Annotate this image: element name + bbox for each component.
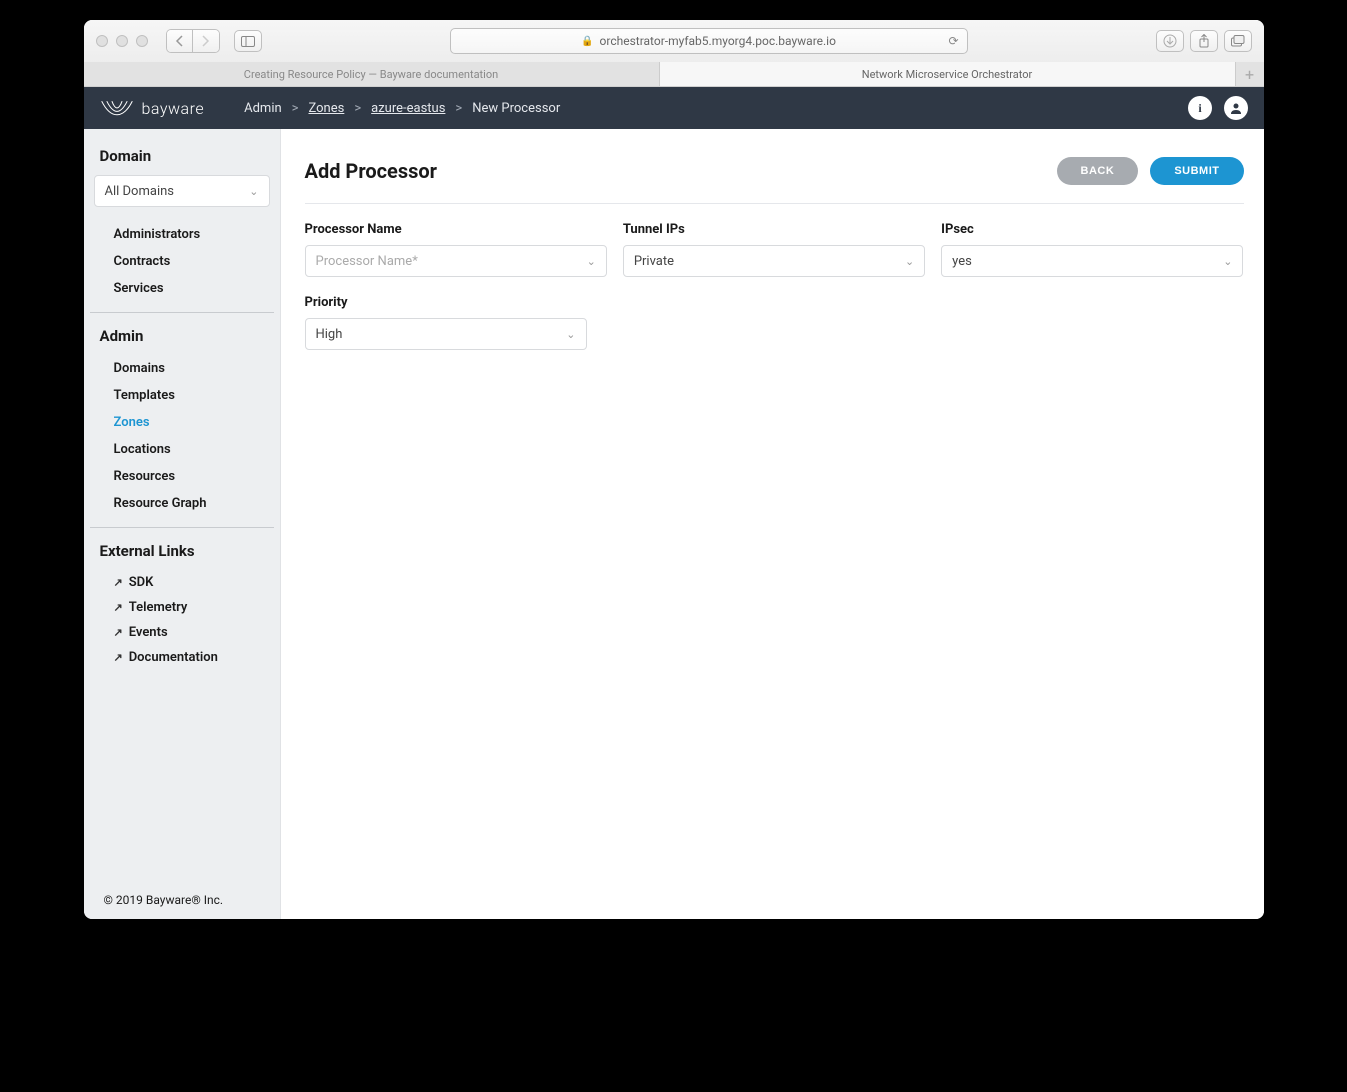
url-bar[interactable]: 🔒 orchestrator-myfab5.myorg4.poc.bayware… bbox=[450, 28, 968, 54]
browser-tab[interactable]: Network Microservice Orchestrator bbox=[660, 62, 1236, 86]
reload-icon[interactable]: ⟳ bbox=[948, 34, 958, 48]
maximize-window-button[interactable] bbox=[136, 35, 148, 47]
footer-copyright: © 2019 Bayware® Inc. bbox=[104, 893, 224, 907]
browser-window: 🔒 orchestrator-myfab5.myorg4.poc.bayware… bbox=[84, 20, 1264, 919]
field-ipsec: IPsec yes ⌄ bbox=[941, 222, 1243, 277]
breadcrumb-sep: > bbox=[354, 101, 361, 116]
field-label: Tunnel IPs bbox=[623, 222, 925, 237]
field-processor-name: Processor Name Processor Name* ⌄ bbox=[305, 222, 607, 277]
breadcrumb-item[interactable]: Admin bbox=[244, 101, 282, 116]
toolbar-right bbox=[1156, 30, 1252, 52]
action-buttons: BACK SUBMIT bbox=[1057, 157, 1244, 185]
browser-chrome: 🔒 orchestrator-myfab5.myorg4.poc.bayware… bbox=[84, 20, 1264, 87]
external-link-events[interactable]: ↗ Events bbox=[84, 620, 280, 645]
main-header: Add Processor BACK SUBMIT bbox=[305, 157, 1244, 204]
window-controls bbox=[96, 35, 148, 47]
browser-toolbar: 🔒 orchestrator-myfab5.myorg4.poc.bayware… bbox=[84, 20, 1264, 62]
chevron-down-icon: ⌄ bbox=[249, 185, 258, 198]
external-link-icon: ↗ bbox=[114, 601, 123, 614]
breadcrumb-item[interactable]: Zones bbox=[308, 101, 344, 116]
sidebar-toggle-button[interactable] bbox=[234, 30, 262, 52]
minimize-window-button[interactable] bbox=[116, 35, 128, 47]
external-link-telemetry[interactable]: ↗ Telemetry bbox=[84, 595, 280, 620]
external-link-sdk[interactable]: ↗ SDK bbox=[84, 570, 280, 595]
sidebar-item-domains[interactable]: Domains bbox=[84, 355, 280, 382]
form-row: Priority High ⌄ bbox=[305, 295, 1244, 350]
external-link-label: Documentation bbox=[129, 650, 218, 665]
form-row: Processor Name Processor Name* ⌄ Tunnel … bbox=[305, 222, 1244, 277]
priority-select[interactable]: High ⌄ bbox=[305, 318, 587, 350]
sidebar-item-locations[interactable]: Locations bbox=[84, 436, 280, 463]
chevron-down-icon: ⌄ bbox=[587, 255, 596, 268]
close-window-button[interactable] bbox=[96, 35, 108, 47]
new-tab-button[interactable]: + bbox=[1236, 62, 1264, 86]
logo-icon bbox=[100, 97, 134, 119]
back-button[interactable]: BACK bbox=[1057, 157, 1139, 185]
select-value: High bbox=[316, 327, 343, 342]
sidebar: Domain All Domains ⌄ Administrators Cont… bbox=[84, 129, 281, 919]
info-icon[interactable]: i bbox=[1188, 96, 1212, 120]
sidebar-divider bbox=[90, 312, 274, 313]
user-icon[interactable] bbox=[1224, 96, 1248, 120]
sidebar-item-resources[interactable]: Resources bbox=[84, 463, 280, 490]
external-link-label: SDK bbox=[129, 575, 154, 590]
breadcrumb-sep: > bbox=[292, 101, 299, 116]
breadcrumb: Admin > Zones > azure-eastus > New Proce… bbox=[244, 101, 560, 116]
header-actions: i bbox=[1188, 96, 1248, 120]
select-value: yes bbox=[952, 254, 972, 269]
browser-tabs: Creating Resource Policy — Bayware docum… bbox=[84, 62, 1264, 86]
url-text: orchestrator-myfab5.myorg4.poc.bayware.i… bbox=[600, 34, 836, 48]
processor-name-input[interactable]: Processor Name* ⌄ bbox=[305, 245, 607, 277]
ipsec-select[interactable]: yes ⌄ bbox=[941, 245, 1243, 277]
domain-select-value: All Domains bbox=[105, 184, 175, 199]
tabs-button[interactable] bbox=[1224, 30, 1252, 52]
app-body: Domain All Domains ⌄ Administrators Cont… bbox=[84, 129, 1264, 919]
sidebar-section-external: External Links bbox=[84, 542, 280, 570]
sidebar-item-resource-graph[interactable]: Resource Graph bbox=[84, 490, 280, 517]
logo-text: bayware bbox=[142, 99, 205, 118]
nav-buttons bbox=[166, 29, 220, 53]
chevron-down-icon: ⌄ bbox=[566, 328, 575, 341]
main-content: Add Processor BACK SUBMIT Processor Name… bbox=[281, 129, 1264, 919]
breadcrumb-item: New Processor bbox=[472, 101, 560, 116]
sidebar-item-zones[interactable]: Zones bbox=[84, 409, 280, 436]
field-priority: Priority High ⌄ bbox=[305, 295, 587, 350]
field-tunnel-ips: Tunnel IPs Private ⌄ bbox=[623, 222, 925, 277]
chevron-down-icon: ⌄ bbox=[905, 255, 914, 268]
sidebar-section-admin: Admin bbox=[84, 327, 280, 355]
external-link-icon: ↗ bbox=[114, 626, 123, 639]
tunnel-ips-select[interactable]: Private ⌄ bbox=[623, 245, 925, 277]
sidebar-item-contracts[interactable]: Contracts bbox=[84, 248, 280, 275]
field-label: Processor Name bbox=[305, 222, 607, 237]
external-link-documentation[interactable]: ↗ Documentation bbox=[84, 645, 280, 670]
sidebar-divider bbox=[90, 527, 274, 528]
page-title: Add Processor bbox=[305, 159, 438, 183]
app-header: bayware Admin > Zones > azure-eastus > N… bbox=[84, 87, 1264, 129]
sidebar-item-services[interactable]: Services bbox=[84, 275, 280, 302]
domain-select[interactable]: All Domains ⌄ bbox=[94, 175, 270, 207]
external-link-label: Events bbox=[129, 625, 168, 640]
submit-button[interactable]: SUBMIT bbox=[1150, 157, 1243, 185]
external-link-label: Telemetry bbox=[129, 600, 188, 615]
sidebar-section-domain: Domain bbox=[84, 147, 280, 175]
browser-tab[interactable]: Creating Resource Policy — Bayware docum… bbox=[84, 62, 660, 86]
external-link-icon: ↗ bbox=[114, 576, 123, 589]
sidebar-item-administrators[interactable]: Administrators bbox=[84, 221, 280, 248]
chevron-down-icon: ⌄ bbox=[1223, 255, 1232, 268]
logo[interactable]: bayware bbox=[100, 97, 205, 119]
breadcrumb-sep: > bbox=[455, 101, 462, 116]
select-value: Private bbox=[634, 254, 674, 269]
lock-icon: 🔒 bbox=[581, 36, 593, 47]
input-placeholder: Processor Name* bbox=[316, 254, 418, 269]
forward-nav-button[interactable] bbox=[193, 30, 219, 52]
downloads-button[interactable] bbox=[1156, 30, 1184, 52]
back-nav-button[interactable] bbox=[167, 30, 193, 52]
field-label: IPsec bbox=[941, 222, 1243, 237]
external-link-icon: ↗ bbox=[114, 651, 123, 664]
share-button[interactable] bbox=[1190, 30, 1218, 52]
breadcrumb-item[interactable]: azure-eastus bbox=[371, 101, 445, 116]
sidebar-item-templates[interactable]: Templates bbox=[84, 382, 280, 409]
field-label: Priority bbox=[305, 295, 587, 310]
